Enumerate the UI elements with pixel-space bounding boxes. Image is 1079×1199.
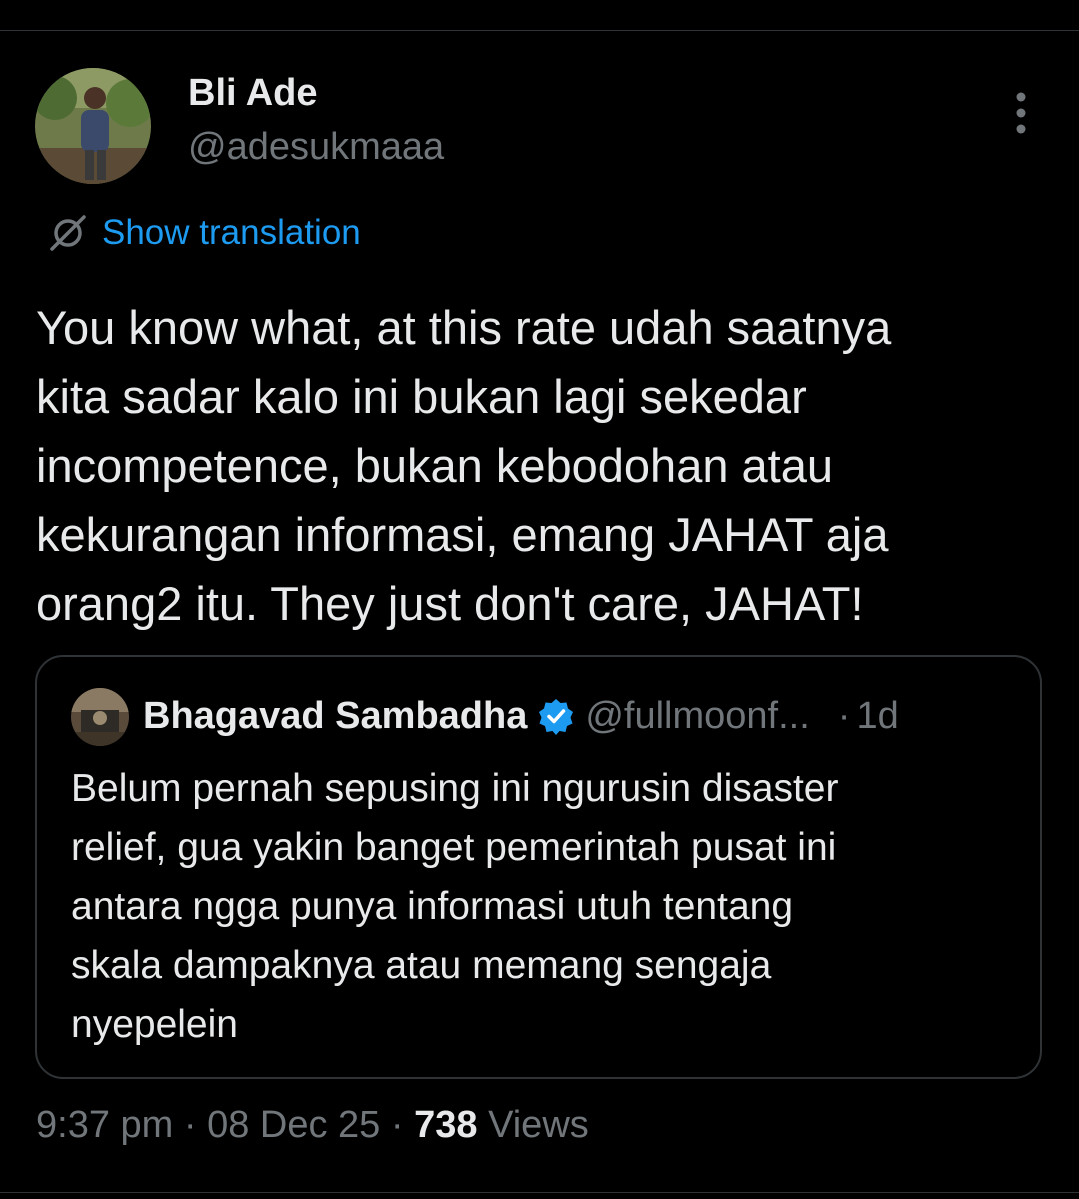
bottom-divider: [0, 1192, 1079, 1193]
show-translation-label: Show translation: [102, 213, 361, 252]
quoted-tweet-text-line: Belum pernah sepusing ini ngurusin disas…: [71, 767, 839, 810]
more-vertical-icon: [1016, 92, 1026, 134]
globe-icon: [50, 215, 86, 251]
quoted-author-avatar[interactable]: [71, 688, 129, 746]
views-count[interactable]: 738: [414, 1104, 477, 1146]
tweet-text: You know what, at this rate udah saatnya…: [36, 293, 1046, 638]
tweet-date[interactable]: 08 Dec 25: [207, 1104, 380, 1146]
tweet-text-line: orang2 itu. They just don't care, JAHAT!: [36, 577, 864, 630]
more-options-button[interactable]: [996, 88, 1046, 138]
top-divider: [0, 30, 1079, 31]
tweet-text-line: kita sadar kalo ini bukan lagi sekedar: [36, 370, 807, 423]
quoted-author-handle: @fullmoonf...: [585, 694, 810, 737]
quoted-tweet-card[interactable]: Bhagavad Sambadha @fullmoonf... · 1d Bel…: [35, 655, 1042, 1079]
quoted-tweet-text-line: nyepelein: [71, 1003, 238, 1046]
quoted-tweet-header: Bhagavad Sambadha @fullmoonf... · 1d: [143, 693, 899, 739]
quoted-tweet-separator: ·: [837, 694, 851, 737]
tweet-text-line: incompetence, bukan kebodohan atau: [36, 439, 834, 492]
tweet-text-line: kekurangan informasi, emang JAHAT aja: [36, 508, 889, 561]
quoted-tweet-text-line: antara ngga punya informasi utuh tentang: [71, 885, 794, 928]
quoted-tweet-text-line: skala dampaknya atau memang sengaja: [71, 944, 772, 987]
tweet-meta: 9:37 pm · 08 Dec 25 · 738 Views: [36, 1104, 589, 1147]
quoted-tweet-text-line: relief, gua yakin banget pemerintah pusa…: [71, 826, 837, 869]
meta-separator: ·: [390, 1104, 404, 1146]
views-label: Views: [488, 1104, 589, 1146]
quoted-tweet-text: Belum pernah sepusing ini ngurusin disas…: [71, 759, 1021, 1054]
tweet-text-line: You know what, at this rate udah saatnya: [36, 301, 892, 354]
quoted-tweet-time: 1d: [856, 694, 899, 737]
author-handle[interactable]: @adesukmaaa: [188, 126, 444, 169]
author-display-name[interactable]: Bli Ade: [188, 72, 318, 115]
tweet-time[interactable]: 9:37 pm: [36, 1104, 173, 1146]
verified-badge-icon: [539, 699, 574, 735]
meta-separator: ·: [183, 1104, 197, 1146]
author-avatar[interactable]: [35, 68, 151, 184]
quoted-author-display-name: Bhagavad Sambadha: [143, 694, 528, 737]
show-translation-link[interactable]: Show translation: [46, 210, 361, 256]
